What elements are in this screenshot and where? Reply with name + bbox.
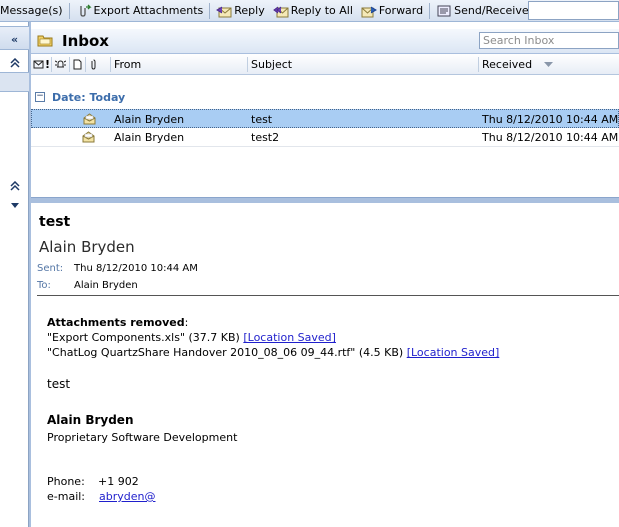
exclamation-icon[interactable]: ! (45, 54, 50, 75)
message-received: Thu 8/12/2010 10:44 AM (482, 113, 619, 126)
column-separator (51, 57, 52, 72)
triangle-down-icon[interactable] (0, 197, 29, 215)
attachment-2-text: "ChatLog QuartzShare Handover 2010_08_06… (47, 346, 407, 359)
to-label: To: (37, 280, 51, 291)
attachment-line: "ChatLog QuartzShare Handover 2010_08_06… (47, 346, 499, 359)
forward-label: Forward (378, 4, 424, 17)
attachments-heading-text: Attachments removed (47, 316, 185, 329)
reply-all-label: Reply to All (290, 4, 353, 17)
toolbar-separator (68, 2, 70, 19)
email-link[interactable]: abryden@ (99, 490, 155, 503)
toolbar-search-box[interactable] (528, 1, 619, 20)
forward-button[interactable]: Forward (357, 1, 427, 21)
toolbar-separator (209, 2, 211, 19)
paperclip-export-icon (79, 4, 92, 17)
chevron-up-icon[interactable] (0, 54, 29, 72)
chevron-up-icon[interactable] (0, 177, 29, 195)
folder-icon (37, 35, 53, 47)
message-subject: test2 (251, 131, 280, 144)
message-subject: test (251, 113, 273, 126)
attachment-1-link[interactable]: [Location Saved] (243, 331, 336, 344)
column-separator (110, 57, 111, 72)
header-divider (37, 295, 619, 296)
attachments-removed-heading: Attachments removed: (47, 316, 188, 329)
attachment-line: "Export Components.xls" (37.7 KB) [Locat… (47, 331, 336, 344)
inbox-header: Inbox Search Inbox (31, 29, 619, 54)
paperclip-icon (91, 59, 96, 70)
search-inbox-input[interactable]: Search Inbox (479, 32, 619, 49)
importance-column-header[interactable] (33, 54, 44, 75)
export-attachments-label: Export Attachments (93, 4, 204, 17)
reply-label: Reply (234, 4, 265, 17)
reading-sender[interactable]: Alain Bryden (39, 238, 135, 256)
phone-label: Phone: (47, 475, 85, 488)
message-received: Thu 8/12/2010 10:44 AM (482, 131, 619, 144)
reminder-column-header[interactable] (55, 54, 66, 75)
icon-column-header[interactable] (72, 54, 83, 75)
toolbar: Message(s) Export Attachments Reply Repl… (0, 0, 619, 22)
reply-all-icon (272, 6, 289, 17)
reply-button[interactable]: Reply (212, 1, 268, 21)
message-from: Alain Bryden (114, 113, 185, 126)
open-envelope-icon (82, 131, 95, 143)
column-separator (478, 57, 479, 72)
subject-column-header[interactable]: Subject (251, 54, 292, 75)
toolbar-separator (429, 2, 431, 19)
phone-value: +1 902 (98, 475, 139, 488)
bell-icon (55, 60, 66, 68)
attachments-heading-suffix: : (184, 316, 189, 329)
sort-descending-icon[interactable] (544, 54, 553, 75)
signature-name: Alain Bryden (47, 413, 134, 427)
sent-label: Sent: (37, 263, 64, 274)
inbox-title: Inbox (62, 32, 109, 50)
attachment-2-link[interactable]: [Location Saved] (407, 346, 500, 359)
export-attachments-button[interactable]: Export Attachments (72, 1, 208, 21)
send-receive-icon (437, 5, 451, 16)
signature-title: Proprietary Software Development (47, 431, 238, 444)
email-label: e-mail: (47, 490, 86, 503)
attachment-1-text: "Export Components.xls" (37.7 KB) (47, 331, 244, 344)
subject-column-label: Subject (251, 58, 293, 71)
received-column-header[interactable]: Received (482, 54, 532, 75)
received-column-label: Received (482, 58, 533, 71)
messages-button[interactable]: Message(s) (0, 1, 67, 21)
messages-label: Message(s) (0, 4, 63, 17)
envelope-sort-icon (33, 60, 44, 69)
send-receive-label: Send/Receive (454, 4, 529, 17)
message-from: Alain Bryden (114, 131, 185, 144)
column-separator (247, 57, 248, 72)
reply-icon (216, 6, 232, 17)
sent-value: Thu 8/12/2010 10:44 AM (74, 263, 198, 274)
open-envelope-icon (83, 113, 96, 125)
reply-all-button[interactable]: Reply to All (269, 1, 357, 21)
to-value[interactable]: Alain Bryden (74, 280, 138, 291)
attachment-column-header[interactable] (88, 54, 99, 75)
message-row[interactable]: Alain Bryden test Thu 8/12/2010 10:44 AM (31, 109, 619, 128)
from-column-header[interactable]: From (114, 54, 141, 75)
group-label: Date: Today (52, 91, 126, 104)
message-body-text: test (47, 377, 71, 391)
collapse-pane-icon[interactable]: « (0, 30, 29, 48)
reading-subject: test (39, 214, 71, 230)
rail-selected-band (0, 72, 29, 92)
collapse-group-icon[interactable]: − (35, 92, 45, 102)
forward-icon (361, 6, 377, 17)
reading-pane: test Alain Bryden Sent: Thu 8/12/2010 10… (31, 203, 619, 527)
message-row[interactable]: Alain Bryden test2 Thu 8/12/2010 10:44 A… (31, 128, 619, 147)
page-icon (73, 59, 82, 70)
column-separator (69, 57, 70, 72)
group-header-today[interactable]: − Date: Today (31, 89, 619, 107)
navigation-rail: « (0, 22, 29, 527)
from-column-label: From (114, 58, 142, 71)
column-header: ! From Subject Received (31, 54, 619, 75)
column-separator (85, 57, 86, 72)
